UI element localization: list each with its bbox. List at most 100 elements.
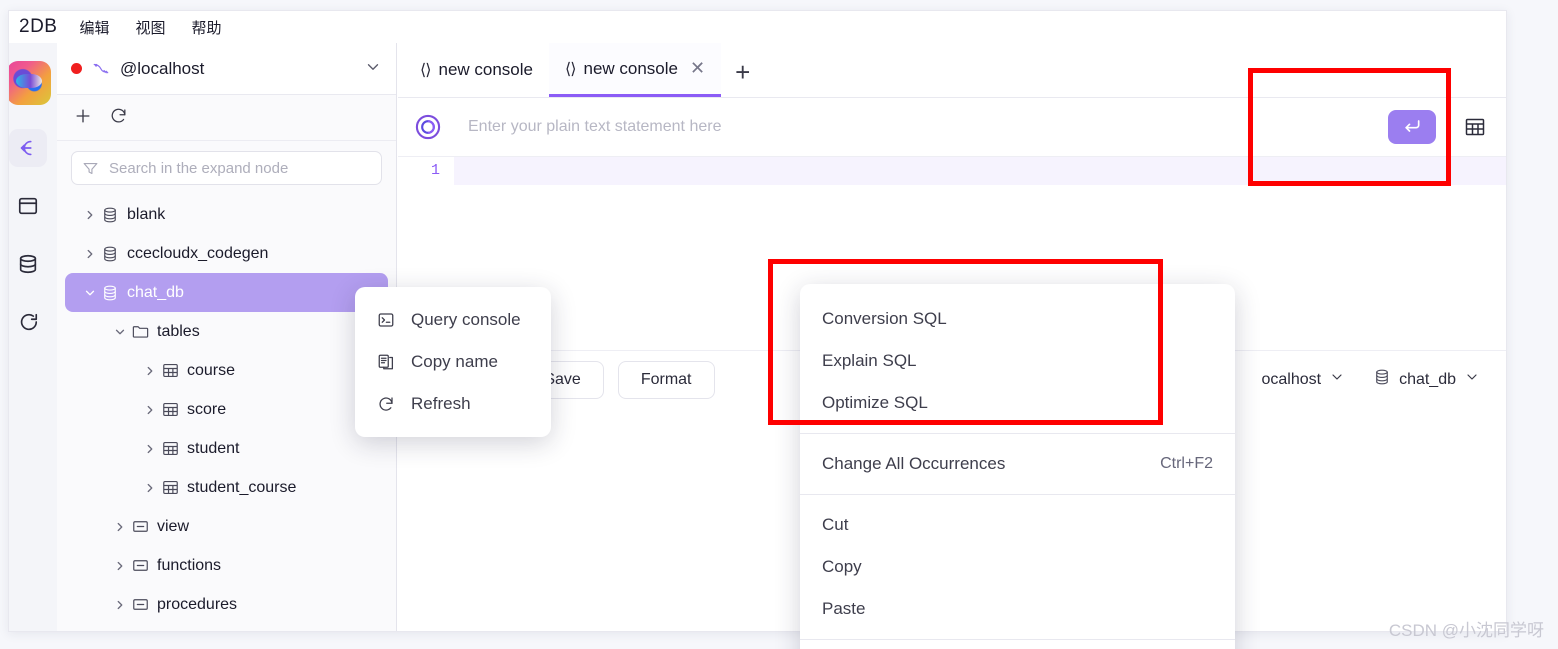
- chevron-right-icon[interactable]: [109, 559, 131, 573]
- chat-icon: [17, 311, 39, 333]
- context-menu-separator: [800, 433, 1235, 434]
- format-button[interactable]: Format: [617, 360, 715, 399]
- workspace-icon: [17, 195, 39, 217]
- context-menu-item-label: Copy name: [411, 352, 498, 371]
- chevron-right-icon[interactable]: [139, 481, 161, 495]
- tree-node-course[interactable]: course: [65, 351, 388, 390]
- code-line-content[interactable]: [454, 157, 1506, 185]
- connection-name: @localhost: [120, 58, 205, 78]
- context-menu-item-query-console[interactable]: Query console: [355, 299, 551, 341]
- context-menu-item-label: Optimize SQL: [822, 393, 928, 412]
- chevron-right-icon[interactable]: [109, 598, 131, 612]
- code-brackets-icon: ⟨⟩: [420, 62, 432, 79]
- context-menu-separator: [800, 494, 1235, 495]
- database-connect-icon: [17, 137, 39, 159]
- table-grid-icon[interactable]: [1460, 112, 1490, 142]
- tree-node-student[interactable]: student: [65, 429, 388, 468]
- chevron-right-icon[interactable]: [139, 364, 161, 378]
- tree-node-ccecloudx-codegen[interactable]: ccecloudx_codegen: [65, 234, 388, 273]
- tree-node-score[interactable]: score: [65, 390, 388, 429]
- ai-statement-input[interactable]: [466, 117, 1388, 137]
- rail-item-workspace[interactable]: [9, 187, 47, 225]
- tree-node-label: course: [187, 361, 236, 379]
- context-menu-item-label: Refresh: [411, 394, 471, 413]
- rail-item-chat[interactable]: [9, 303, 47, 341]
- context-menu-item-copy-name[interactable]: Copy name: [355, 341, 551, 383]
- main-window: 2DB 编辑 视图 帮助 @localhost Search in the ex…: [8, 10, 1507, 632]
- database-icon: [101, 284, 127, 302]
- context-menu-item-refresh[interactable]: Refresh: [355, 383, 551, 425]
- context-menu-item-optimize-sql[interactable]: Optimize SQL: [800, 382, 1235, 424]
- console-tab-bar: ⟨⟩ new console ⟨⟩ new console ✕ +: [398, 43, 1506, 98]
- rail-item-connection[interactable]: [9, 129, 47, 167]
- connection-header[interactable]: @localhost: [57, 43, 396, 95]
- copy-icon: [377, 353, 411, 371]
- chevron-right-icon[interactable]: [109, 520, 131, 534]
- context-menu-item-change-all-occurrences[interactable]: Change All Occurrences Ctrl+F2: [800, 443, 1235, 485]
- chevron-down-icon[interactable]: [109, 325, 131, 339]
- close-icon[interactable]: ✕: [690, 58, 705, 79]
- app-title: 2DB: [19, 16, 58, 37]
- menu-view[interactable]: 视图: [135, 17, 165, 38]
- add-icon[interactable]: [73, 106, 93, 130]
- menu-help[interactable]: 帮助: [192, 17, 222, 38]
- tree-node-blank[interactable]: blank: [65, 195, 388, 234]
- chevron-right-icon[interactable]: [139, 403, 161, 417]
- tree-node-chat-db[interactable]: chat_db: [65, 273, 388, 312]
- chevron-down-icon[interactable]: [364, 58, 382, 80]
- menu-edit[interactable]: 编辑: [79, 17, 109, 38]
- database-picker[interactable]: chat_db: [1373, 368, 1480, 391]
- send-button[interactable]: [1388, 110, 1436, 144]
- tree-node-tables[interactable]: tables: [65, 312, 388, 351]
- refresh-icon[interactable]: [109, 106, 128, 129]
- enter-arrow-icon: [1402, 116, 1422, 139]
- tree-node-label: student_course: [187, 478, 297, 496]
- menu-bar: 2DB 编辑 视图 帮助: [9, 11, 1506, 43]
- context-menu-item-paste[interactable]: Paste: [800, 588, 1235, 630]
- tree-node-label: ccecloudx_codegen: [127, 244, 269, 262]
- code-line[interactable]: 1: [398, 157, 1506, 185]
- database-icon: [101, 206, 127, 224]
- context-menu-item-copy[interactable]: Copy: [800, 546, 1235, 588]
- left-icon-rail: [9, 43, 58, 631]
- chevron-right-icon[interactable]: [79, 247, 101, 261]
- datasource-icon: [17, 253, 39, 275]
- context-menu-item-explain-sql[interactable]: Explain SQL: [800, 340, 1235, 382]
- tab-label: new console: [583, 58, 678, 78]
- table-icon: [161, 439, 187, 458]
- application-window: 2DB 编辑 视图 帮助 @localhost Search in the ex…: [0, 0, 1558, 649]
- tree-node-student-course[interactable]: student_course: [65, 468, 388, 507]
- watermark: CSDN @小沈同学呀: [1388, 621, 1544, 640]
- tab-new-console-2[interactable]: ⟨⟩ new console ✕: [549, 43, 722, 97]
- rail-item-datasource[interactable]: [9, 245, 47, 283]
- tab-new-console-1[interactable]: ⟨⟩ new console: [404, 43, 549, 97]
- chevron-right-icon[interactable]: [139, 442, 161, 456]
- add-tab-button[interactable]: +: [721, 47, 764, 97]
- chevron-down-icon[interactable]: [79, 286, 101, 300]
- context-menu-item-label: Explain SQL: [822, 351, 917, 370]
- folder-open-icon: [131, 322, 157, 341]
- ai-target-icon[interactable]: [414, 113, 442, 141]
- tree-node-view[interactable]: view: [65, 507, 388, 546]
- table-icon: [161, 478, 187, 497]
- app-logo[interactable]: [9, 61, 51, 105]
- tree-node-procedures[interactable]: procedures: [65, 585, 388, 624]
- tree-node-label: view: [157, 517, 190, 535]
- mysql-dolphin-icon: [91, 60, 111, 78]
- context-menu-item-label: Paste: [822, 599, 866, 618]
- context-menu-item-conversion-sql[interactable]: Conversion SQL: [800, 298, 1235, 340]
- editor-context-menu[interactable]: Conversion SQL Explain SQL Optimize SQL …: [800, 284, 1235, 649]
- context-menu-item-label: Copy: [822, 557, 862, 576]
- search-box[interactable]: [71, 151, 382, 185]
- tree-node-label: chat_db: [127, 283, 184, 301]
- connection-picker[interactable]: ocalhost: [1261, 369, 1345, 390]
- database-icon: [1373, 368, 1391, 391]
- tree-context-menu[interactable]: Query console Copy name Refresh: [355, 287, 551, 437]
- tree-node-functions[interactable]: functions: [65, 546, 388, 585]
- ai-statement-bar: [398, 98, 1506, 157]
- context-menu-item-cut[interactable]: Cut: [800, 504, 1235, 546]
- chevron-right-icon[interactable]: [79, 208, 101, 222]
- tree-node-label: tables: [157, 322, 200, 340]
- search-input[interactable]: [107, 158, 371, 178]
- database-tree: blank ccecloudx_codegen chat_db tables c…: [57, 191, 396, 624]
